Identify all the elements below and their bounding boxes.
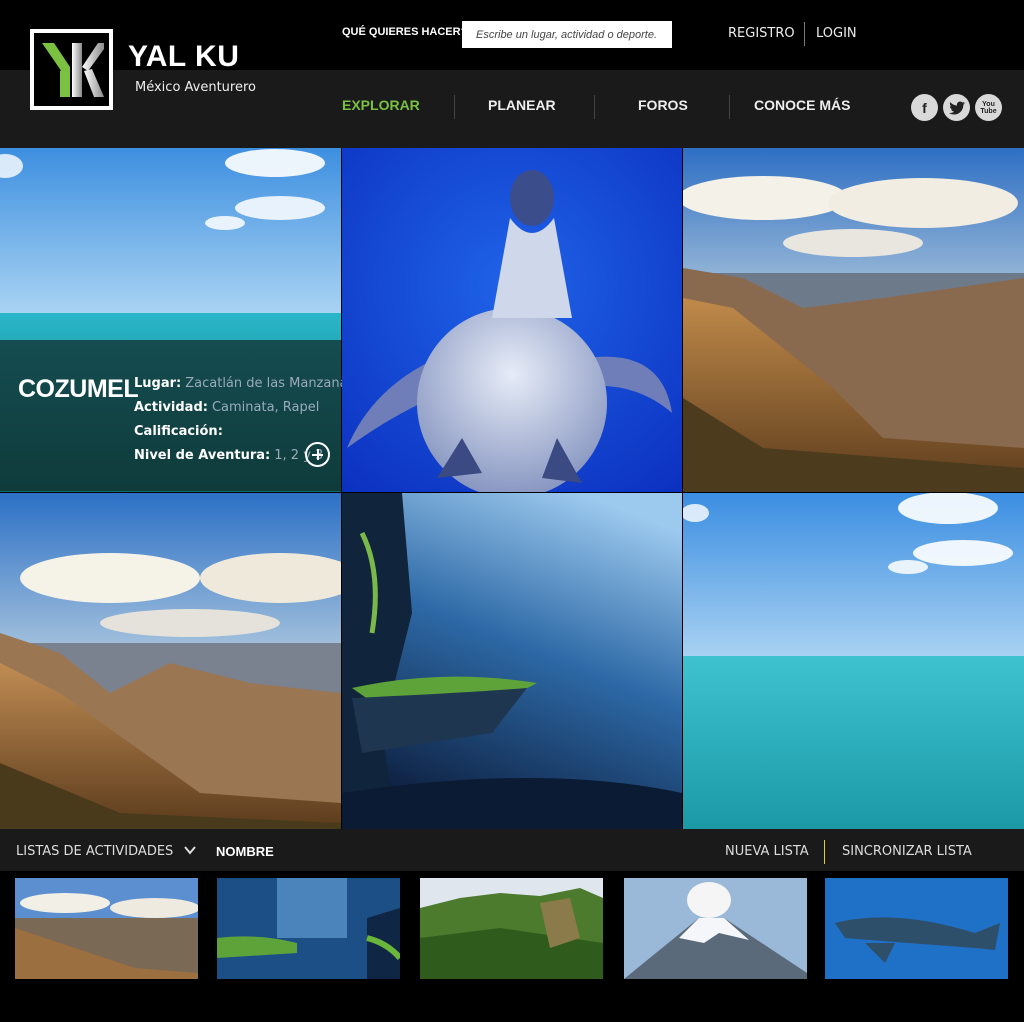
lists-dropdown-label[interactable]: LISTAS DE ACTIVIDADES	[16, 844, 173, 859]
canyon-thumb-image	[15, 878, 198, 979]
logo-mark-icon	[42, 43, 104, 97]
sea-image-2	[683, 493, 1024, 829]
whale-shark-thumb-image	[825, 878, 1008, 979]
twitter-bird-icon	[948, 101, 965, 114]
brand-title: YAL KU	[128, 40, 240, 73]
place-value: Zacatlán de las Manzanas	[185, 376, 355, 391]
twitter-icon[interactable]	[943, 94, 970, 121]
featured-place: Lugar: Zacatlán de las Manzanas	[134, 376, 354, 391]
brand-subtitle: México Aventurero	[135, 80, 256, 95]
nav-explorar[interactable]: EXPLORAR	[342, 97, 420, 113]
sync-list-button[interactable]: SINCRONIZAR LISTA	[842, 844, 972, 859]
register-link[interactable]: REGISTRO	[728, 26, 795, 41]
featured-info-panel	[0, 340, 341, 491]
nav-divider	[454, 95, 455, 119]
level-label: Nivel de Aventura:	[134, 448, 271, 463]
search-label: QUÉ QUIERES HACER?	[342, 26, 468, 38]
nav-conoce-mas[interactable]: CONOCE MÁS	[754, 97, 850, 113]
tile-sea[interactable]	[683, 493, 1024, 829]
thumb-volcano[interactable]	[624, 878, 807, 979]
tile-canyon-2[interactable]	[0, 493, 341, 829]
featured-title: COZUMEL	[18, 375, 139, 403]
chevron-down-icon[interactable]	[184, 844, 196, 856]
nav-divider	[594, 95, 595, 119]
logo[interactable]	[30, 29, 113, 110]
thumb-mountains[interactable]	[420, 878, 603, 979]
cave-thumb-image	[217, 878, 400, 979]
auth-divider	[804, 22, 805, 46]
activity-value: Caminata, Rapel	[211, 400, 320, 415]
nav-foros[interactable]: FOROS	[638, 97, 688, 113]
nav-divider	[729, 95, 730, 119]
activity-label: Actividad:	[134, 400, 208, 415]
tile-canyon[interactable]	[683, 148, 1024, 492]
thumb-whale-shark[interactable]	[825, 878, 1008, 979]
cave-image	[342, 493, 682, 829]
search-input[interactable]	[462, 21, 672, 48]
thumb-canyon[interactable]	[15, 878, 198, 979]
turtle-image	[342, 148, 682, 492]
tile-cave[interactable]	[342, 493, 682, 829]
bottom-divider	[824, 840, 825, 864]
mountains-thumb-image	[420, 878, 603, 979]
featured-level: Nivel de Aventura: 1, 2 y 3	[134, 448, 323, 463]
featured-rating: Calificación:	[134, 424, 223, 439]
nav-planear[interactable]: PLANEAR	[488, 97, 556, 113]
thumb-cave[interactable]	[217, 878, 400, 979]
tile-turtle[interactable]	[342, 148, 682, 492]
facebook-icon[interactable]: f	[911, 94, 938, 121]
facebook-glyph: f	[922, 99, 927, 116]
place-label: Lugar:	[134, 376, 182, 391]
canyon-image	[683, 148, 1024, 492]
youtube-icon[interactable]: You Tube	[975, 94, 1002, 121]
canyon-image-2	[0, 493, 341, 829]
rating-label: Calificación:	[134, 424, 223, 439]
name-sort-label[interactable]: NOMBRE	[216, 844, 274, 859]
new-list-button[interactable]: NUEVA LISTA	[725, 844, 809, 859]
add-circle-icon[interactable]	[305, 442, 330, 467]
youtube-glyph: You Tube	[980, 100, 997, 115]
volcano-thumb-image	[624, 878, 807, 979]
featured-activity: Actividad: Caminata, Rapel	[134, 400, 319, 415]
login-link[interactable]: LOGIN	[816, 26, 857, 41]
